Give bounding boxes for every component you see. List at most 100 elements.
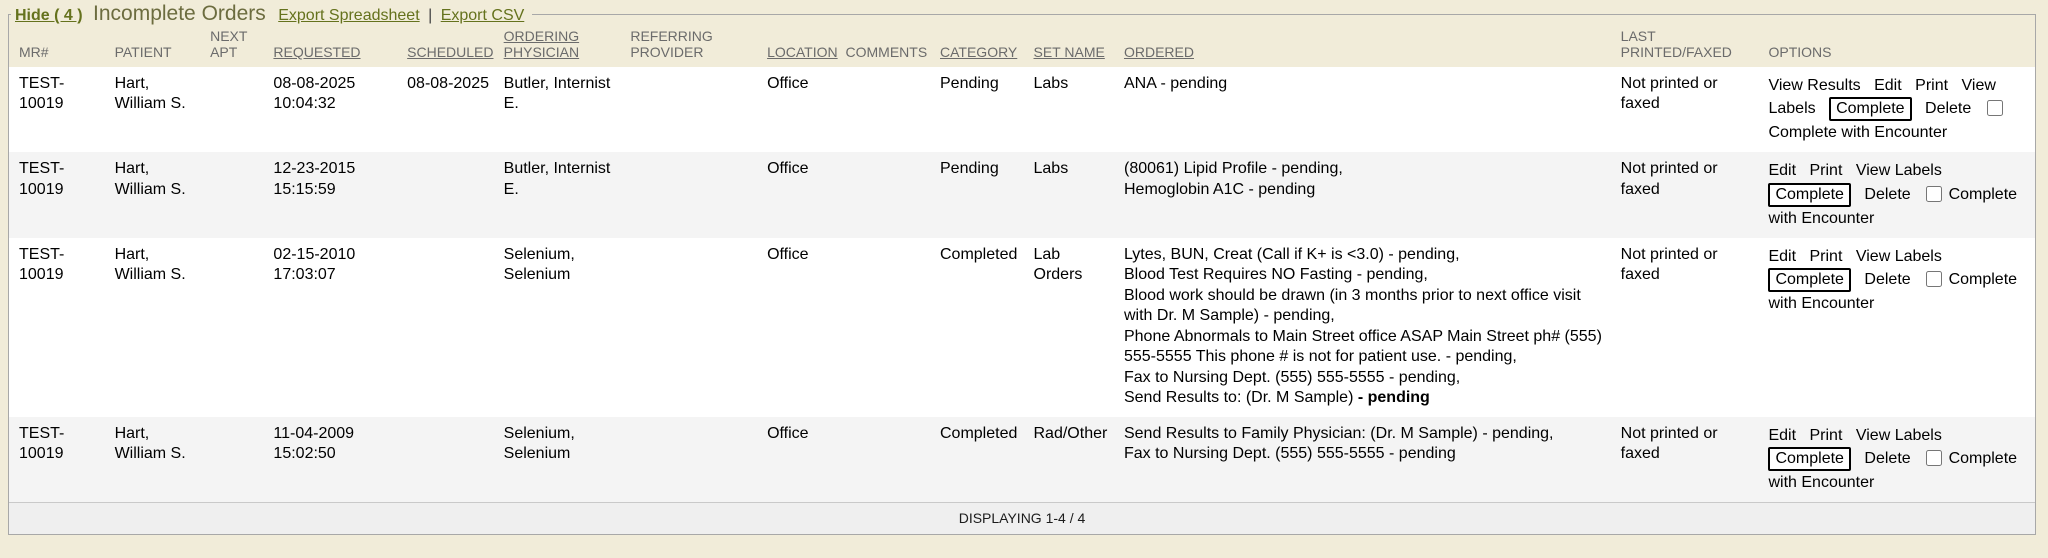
cell-last-printed-faxed: Not printed or faxed <box>1621 67 1769 152</box>
legend-separator: | <box>428 7 432 24</box>
col-header-category: CATEGORY <box>940 26 1034 67</box>
print-link[interactable]: Print <box>1915 77 1948 94</box>
complete-button[interactable]: Complete <box>1768 183 1850 207</box>
cell-options: Edit Print View Labels Complete Delete C… <box>1768 238 2035 417</box>
edit-link[interactable]: Edit <box>1768 248 1796 265</box>
cell-mr: TEST-10019 <box>9 238 115 417</box>
ordered-text: Phone Abnormals to Main Street office AS… <box>1124 328 1602 365</box>
col-header-requested: REQUESTED <box>273 26 407 67</box>
col-header-next-apt: NEXT APT <box>210 26 273 67</box>
sort-link-requested[interactable]: REQUESTED <box>273 44 360 60</box>
print-link[interactable]: Print <box>1810 162 1843 179</box>
cell-location: Office <box>767 152 845 237</box>
cell-next-apt <box>210 67 273 152</box>
cell-options: View Results Edit Print View Labels Comp… <box>1768 67 2035 152</box>
sort-link-ordered[interactable]: ORDERED <box>1124 44 1194 60</box>
ordered-text: (80061) Lipid Profile - pending, <box>1124 160 1343 177</box>
sort-link-location[interactable]: LOCATION <box>767 44 838 60</box>
cell-next-apt <box>210 152 273 237</box>
cell-set-name: Labs <box>1034 67 1124 152</box>
panel-title: Incomplete Orders <box>93 2 266 25</box>
delete-link[interactable]: Delete <box>1864 271 1910 288</box>
ordered-item: Send Results to: (Dr. M Sample) - pendin… <box>1124 388 1613 408</box>
cell-ordering-physician: Selenium, Selenium <box>504 238 631 417</box>
cell-category: Completed <box>940 417 1034 503</box>
ordered-item: Hemoglobin A1C - pending <box>1124 180 1613 200</box>
edit-link[interactable]: Edit <box>1768 162 1796 179</box>
sort-link-scheduled[interactable]: SCHEDULED <box>407 44 493 60</box>
col-header-location: LOCATION <box>767 26 845 67</box>
cell-comments <box>846 67 941 152</box>
ordered-text: Hemoglobin A1C - pending <box>1124 181 1315 198</box>
cell-mr: TEST-10019 <box>9 417 115 503</box>
cell-options: Edit Print View Labels Complete Delete C… <box>1768 417 2035 503</box>
cell-ordered: ANA - pending <box>1124 67 1621 152</box>
cell-category: Pending <box>940 67 1034 152</box>
cell-scheduled: 08-08-2025 <box>407 67 504 152</box>
ordered-item: Lytes, BUN, Creat (Call if K+ is <3.0) -… <box>1124 245 1613 265</box>
table-header-row: MR#PATIENTNEXT APTREQUESTEDSCHEDULEDORDE… <box>9 26 2035 67</box>
order-select-checkbox[interactable] <box>1926 450 1942 466</box>
col-header-scheduled: SCHEDULED <box>407 26 504 67</box>
ordered-item: Blood Test Requires NO Fasting - pending… <box>1124 265 1613 285</box>
export-spreadsheet-link[interactable]: Export Spreadsheet <box>278 7 419 24</box>
cell-patient: Hart, William S. <box>115 152 211 237</box>
complete-button[interactable]: Complete <box>1768 268 1850 292</box>
print-link[interactable]: Print <box>1810 248 1843 265</box>
ordered-item: ANA - pending <box>1124 74 1613 94</box>
complete-button[interactable]: Complete <box>1768 447 1850 471</box>
export-csv-link[interactable]: Export CSV <box>441 7 525 24</box>
cell-ordered: Send Results to Family Physician: (Dr. M… <box>1124 417 1621 503</box>
cell-ordered: Lytes, BUN, Creat (Call if K+ is <3.0) -… <box>1124 238 1621 417</box>
col-header-ordering-physician: ORDERING PHYSICIAN <box>504 26 631 67</box>
col-header-ordered: ORDERED <box>1124 26 1621 67</box>
hide-toggle-link[interactable]: Hide ( 4 ) <box>15 7 83 24</box>
ordered-item: Phone Abnormals to Main Street office AS… <box>1124 327 1613 368</box>
cell-ordering-physician: Selenium, Selenium <box>504 417 631 503</box>
cell-location: Office <box>767 417 845 503</box>
displaying-count: DISPLAYING 1-4 / 4 <box>9 502 2035 533</box>
cell-next-apt <box>210 417 273 503</box>
ordered-text: Send Results to: (Dr. M Sample) <box>1124 389 1358 406</box>
cell-patient: Hart, William S. <box>115 67 211 152</box>
sort-link-category[interactable]: CATEGORY <box>940 44 1017 60</box>
view-labels-link[interactable]: View Labels <box>1856 427 1942 444</box>
delete-link[interactable]: Delete <box>1864 450 1910 467</box>
cell-set-name: Lab Orders <box>1034 238 1124 417</box>
col-header-options: OPTIONS <box>1768 26 2035 67</box>
edit-link[interactable]: Edit <box>1874 77 1902 94</box>
ordered-item: Fax to Nursing Dept. (555) 555-5555 - pe… <box>1124 444 1613 464</box>
order-select-checkbox[interactable] <box>1987 100 2003 116</box>
ordered-text: Send Results to Family Physician: (Dr. M… <box>1124 425 1554 442</box>
delete-link[interactable]: Delete <box>1925 100 1971 117</box>
cell-referring-provider <box>630 417 767 503</box>
delete-link[interactable]: Delete <box>1864 186 1910 203</box>
complete-with-encounter-link[interactable]: Complete with Encounter <box>1768 124 1947 141</box>
sort-link-set-name[interactable]: SET NAME <box>1034 44 1105 60</box>
complete-button[interactable]: Complete <box>1829 97 1911 121</box>
ordered-item: Fax to Nursing Dept. (555) 555-5555 - pe… <box>1124 368 1613 388</box>
col-header-mr: MR# <box>9 26 115 67</box>
cell-comments <box>846 417 941 503</box>
order-select-checkbox[interactable] <box>1926 186 1942 202</box>
ordered-text: Fax to Nursing Dept. (555) 555-5555 - pe… <box>1124 445 1456 462</box>
print-link[interactable]: Print <box>1810 427 1843 444</box>
order-row: TEST-10019Hart, William S.11-04-2009 15:… <box>9 417 2035 503</box>
ordered-text: Fax to Nursing Dept. (555) 555-5555 - pe… <box>1124 369 1460 386</box>
cell-next-apt <box>210 238 273 417</box>
view-labels-link[interactable]: View Labels <box>1856 162 1942 179</box>
view-labels-link[interactable]: View Labels <box>1856 248 1942 265</box>
cell-options: Edit Print View Labels Complete Delete C… <box>1768 152 2035 237</box>
order-row: TEST-10019Hart, William S.02-15-2010 17:… <box>9 238 2035 417</box>
edit-link[interactable]: Edit <box>1768 427 1796 444</box>
cell-mr: TEST-10019 <box>9 152 115 237</box>
col-header-last-printed-faxed: LAST PRINTED/FAXED <box>1621 26 1769 67</box>
ordered-text: - pending <box>1358 389 1430 406</box>
cell-set-name: Rad/Other <box>1034 417 1124 503</box>
col-header-set-name: SET NAME <box>1034 26 1124 67</box>
sort-link-ordering-physician[interactable]: ORDERING PHYSICIAN <box>504 28 579 60</box>
order-select-checkbox[interactable] <box>1926 271 1942 287</box>
cell-scheduled <box>407 417 504 503</box>
view-results-link[interactable]: View Results <box>1768 77 1860 94</box>
cell-scheduled <box>407 238 504 417</box>
